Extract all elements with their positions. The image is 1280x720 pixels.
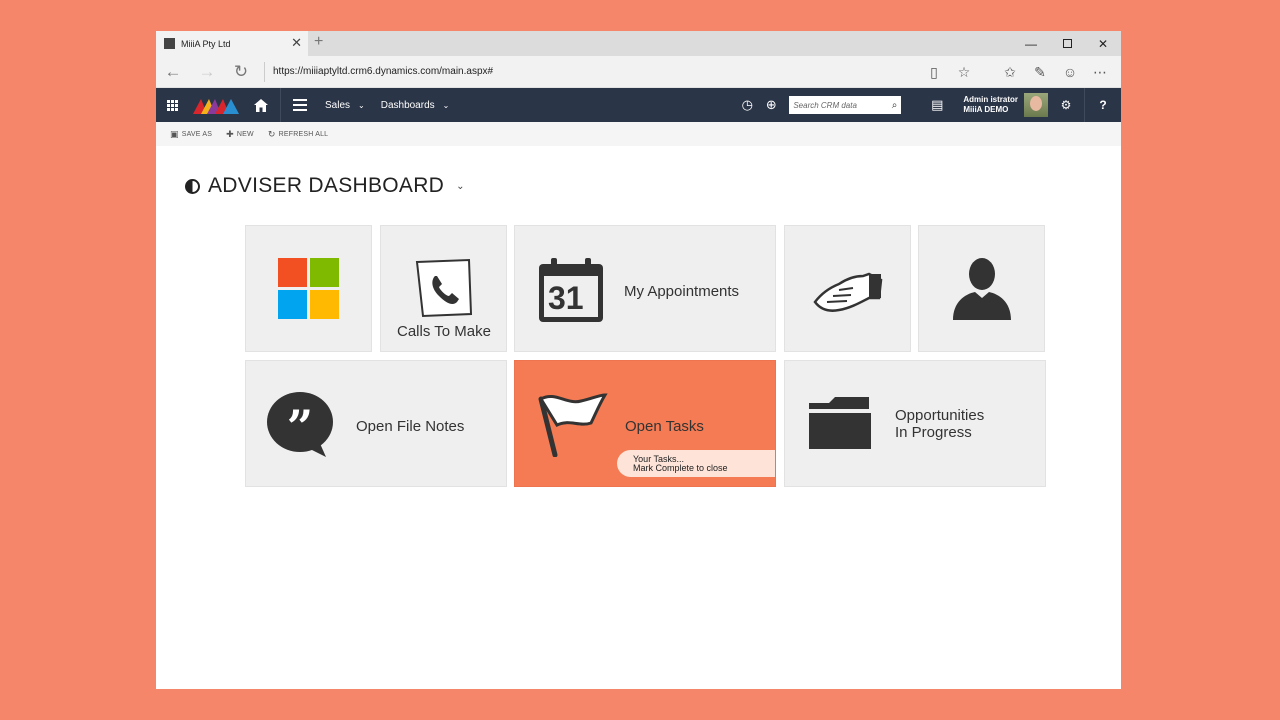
help-button[interactable]: ? [1085,98,1121,112]
tile-handshake[interactable] [784,225,911,352]
tile-label-opps-line1: Opportunities [895,407,985,424]
tab-strip: MiiiA Pty Ltd ✕ + — ✕ [156,31,1121,56]
miiia-logo[interactable] [188,96,246,114]
maximize-icon [1062,39,1072,48]
browser-toolbar: ▯ ☆ ✩ ✎ ☺ ⋯ [919,56,1115,88]
home-icon[interactable] [246,98,276,112]
save-as-button[interactable]: ▣ SAVE AS [170,129,212,140]
flag-icon [538,393,608,457]
new-button[interactable]: ✚ NEW [226,129,254,140]
chevron-down-icon: ⌄ [442,100,450,110]
quote-bubble-icon: ” [267,392,333,457]
tile-label-file-notes: Open File Notes [356,418,465,435]
hamburger-menu-icon[interactable] [285,99,315,111]
page-title: ADVISER DASHBOARD [208,174,445,197]
search-icon[interactable]: ⌕ [892,100,898,111]
more-menu-icon[interactable]: ⋯ [1085,64,1115,81]
microsoft-logo-icon [278,258,339,319]
folder-icon [809,397,871,449]
favicon-icon [164,38,175,49]
favorites-hub-icon[interactable]: ✩ [995,64,1025,81]
tile-contacts[interactable] [918,225,1045,352]
address-bar: ← → ↻ https://miiiaptyltd.crm6.dynamics.… [156,56,1121,88]
user-info[interactable]: Admin istrator MiiiA DEMO [955,93,1048,117]
nav-item-sales[interactable]: Sales ⌄ [315,100,371,111]
save-icon: ▣ [170,128,179,139]
dashboard-selector[interactable]: ADVISER DASHBOARD ⌄ [185,174,465,198]
tile-microsoft[interactable] [245,225,372,352]
address-divider [264,61,265,82]
nav-item-dashboards[interactable]: Dashboards ⌄ [371,100,456,111]
tile-label-calls: Calls To Make [397,323,491,340]
browser-tab[interactable]: MiiiA Pty Ltd ✕ [156,31,308,56]
tile-opportunities[interactable]: Opportunities In Progress [784,360,1046,487]
tile-open-tasks[interactable]: Open Tasks Your Tasks... Mark Complete t… [514,360,776,487]
browser-window: MiiiA Pty Ltd ✕ + — ✕ ← → ↻ https://miii… [156,31,1121,689]
refresh-all-button[interactable]: ↻ REFRESH ALL [268,129,328,140]
settings-gear-icon[interactable]: ⚙ [1048,98,1084,112]
minimize-button[interactable]: — [1013,31,1049,56]
tasks-tooltip: Your Tasks... Mark Complete to close [617,450,775,477]
handshake-icon [813,272,883,312]
maximize-button[interactable] [1049,31,1085,56]
phone-note-icon [415,258,473,318]
crm-nav-bar: Sales ⌄ Dashboards ⌄ ◷ ⊕ Search CRM data ⌕… [156,88,1121,122]
user-org: MiiiA DEMO [963,105,1009,114]
command-bar: ▣ SAVE AS ✚ NEW ↻ REFRESH ALL [156,122,1121,146]
web-note-icon[interactable]: ✎ [1025,64,1055,81]
tile-calls-to-make[interactable]: Calls To Make [380,225,507,352]
tile-open-file-notes[interactable]: ” Open File Notes [245,360,507,487]
window-controls: — ✕ [1013,31,1121,56]
crm-nav-right: ◷ ⊕ Search CRM data ⌕ ▤ Admin istrator M… [735,88,1121,122]
avatar[interactable] [1024,93,1048,117]
tile-label-tasks: Open Tasks [625,418,704,435]
person-icon [953,258,1011,320]
user-name: Admin istrator [963,95,1018,104]
reading-view-icon[interactable]: ▯ [919,64,949,81]
advanced-find-icon[interactable]: ▤ [925,97,949,113]
chevron-down-icon: ⌄ [358,100,365,110]
tile-label-appointments: My Appointments [624,283,740,300]
refresh-button[interactable]: ↻ [224,62,258,82]
close-window-button[interactable]: ✕ [1085,31,1121,56]
new-tab-button[interactable]: + [314,33,323,51]
refresh-icon: ↻ [267,128,276,139]
url-field[interactable]: https://miiiaptyltd.crm6.dynamics.com/ma… [273,66,493,77]
quick-create-icon[interactable]: ⊕ [759,97,783,113]
recent-history-icon[interactable]: ◷ [735,97,759,113]
new-icon: ✚ [226,128,234,139]
tab-title: MiiiA Pty Ltd [181,38,231,49]
chevron-down-icon[interactable]: ⌄ [456,181,465,192]
svg-text:”: ” [287,400,313,454]
dashboard-icon [185,178,200,194]
feedback-smiley-icon[interactable]: ☺ [1055,64,1085,80]
forward-button[interactable]: → [190,62,224,82]
tile-my-appointments[interactable]: 31 My Appointments [514,225,776,352]
tab-close-button[interactable]: ✕ [291,36,302,50]
back-button[interactable]: ← [156,62,190,82]
app-grid-icon[interactable] [156,99,188,111]
crm-search-input[interactable]: Search CRM data ⌕ [789,96,902,114]
favorite-star-icon[interactable]: ☆ [949,64,979,81]
calendar-day: 31 [548,280,584,316]
tile-label-opps-line2: In Progress [895,424,972,441]
